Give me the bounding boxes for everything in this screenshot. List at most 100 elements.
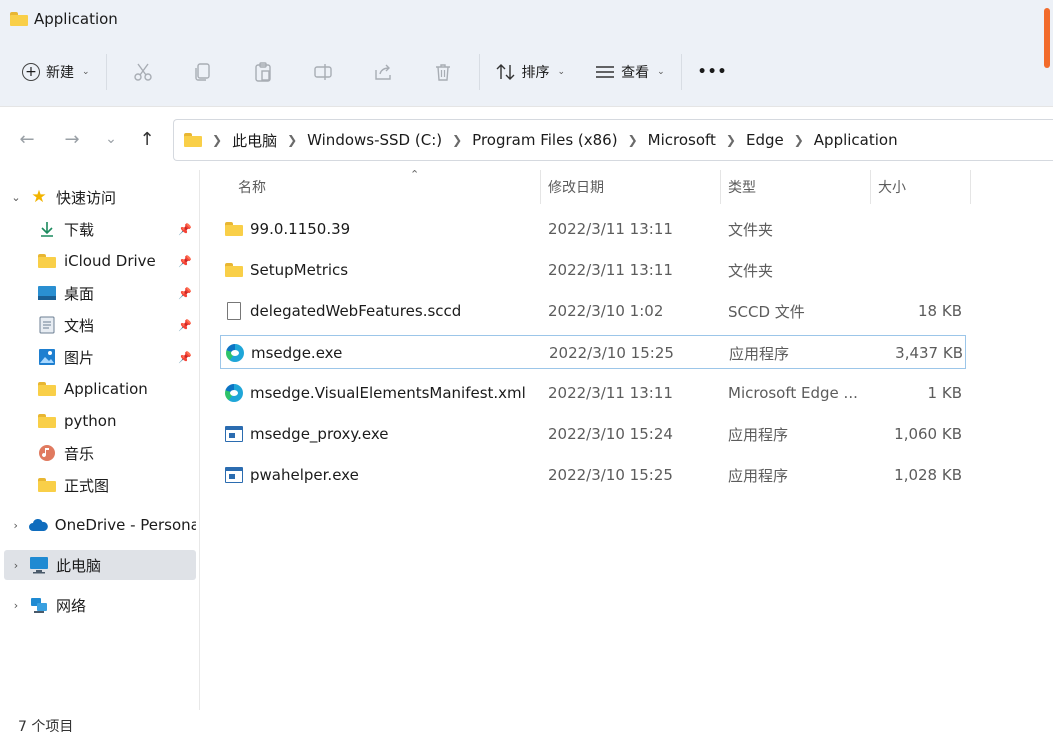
rename-button[interactable] bbox=[293, 54, 353, 90]
sidebar-item-label: 此电脑 bbox=[56, 556, 102, 575]
documents-icon bbox=[36, 316, 58, 334]
column-divider[interactable] bbox=[970, 170, 971, 204]
file-name: msedge.VisualElementsManifest.xml bbox=[250, 384, 526, 402]
chevron-right-icon: ❯ bbox=[793, 133, 804, 147]
file-date: 2022/3/10 15:25 bbox=[549, 344, 674, 362]
window-title: Application bbox=[10, 8, 118, 30]
file-row[interactable]: msedge.VisualElementsManifest.xml 2022/3… bbox=[220, 376, 966, 410]
network-icon bbox=[28, 596, 50, 614]
paste-button[interactable] bbox=[233, 54, 293, 90]
breadcrumb-item[interactable]: Application bbox=[814, 131, 898, 149]
sidebar-item-icloud-drive[interactable]: iCloud Drive 📌 bbox=[4, 246, 196, 276]
sort-ascending-icon: ⌃ bbox=[410, 168, 420, 181]
music-icon bbox=[36, 444, 58, 462]
sidebar-item-this-pc[interactable]: › 此电脑 bbox=[4, 550, 196, 580]
file-name: pwahelper.exe bbox=[250, 466, 359, 484]
delete-button[interactable] bbox=[413, 54, 473, 90]
chevron-down-icon[interactable]: ⌄ bbox=[4, 191, 28, 204]
file-date: 2022/3/11 13:11 bbox=[548, 220, 673, 238]
copy-icon bbox=[194, 63, 210, 81]
pictures-icon bbox=[36, 348, 58, 366]
window-scroll-indicator[interactable] bbox=[1044, 8, 1050, 68]
breadcrumb-item[interactable]: Edge bbox=[746, 131, 784, 149]
file-name: delegatedWebFeatures.sccd bbox=[250, 302, 462, 320]
chevron-right-icon: ❯ bbox=[725, 133, 736, 147]
column-header-type[interactable]: 类型 bbox=[720, 170, 870, 204]
item-count: 7 个项目 bbox=[18, 719, 74, 735]
column-header-size[interactable]: 大小 bbox=[870, 170, 970, 204]
status-bar: 7 个项目 bbox=[0, 710, 1053, 742]
address-bar[interactable]: ❯ 此电脑 ❯ Windows-SSD (C:) ❯ Program Files… bbox=[173, 119, 1053, 161]
sidebar-item-network[interactable]: › 网络 bbox=[4, 590, 196, 620]
file-date: 2022/3/11 13:11 bbox=[548, 384, 673, 402]
copy-button[interactable] bbox=[173, 54, 233, 90]
star-icon: ★ bbox=[31, 187, 47, 207]
file-type: 应用程序 bbox=[728, 466, 789, 485]
view-button[interactable]: 查看 ⌄ bbox=[585, 54, 675, 90]
file-row[interactable]: msedge_proxy.exe 2022/3/10 15:24 应用程序 1,… bbox=[220, 417, 966, 451]
sidebar-item-downloads[interactable]: 下载 📌 bbox=[4, 214, 196, 244]
sidebar-item-label: 正式图 bbox=[64, 476, 110, 495]
folder-icon bbox=[38, 478, 56, 492]
file-date: 2022/3/10 15:25 bbox=[548, 466, 673, 484]
forward-arrow-icon: → bbox=[64, 128, 80, 150]
title-and-toolbar-area: Application + 新建 ⌄ 排序 ⌄ 查看 ⌄ ••• bbox=[0, 0, 1053, 106]
recent-locations-button[interactable]: ⌄ bbox=[96, 125, 126, 153]
chevron-right-icon: ❯ bbox=[212, 133, 223, 147]
file-name: msedge_proxy.exe bbox=[250, 425, 389, 443]
sidebar-item-pictures[interactable]: 图片 📌 bbox=[4, 342, 196, 372]
folder-icon bbox=[10, 12, 28, 26]
view-icon bbox=[596, 66, 615, 78]
breadcrumb-item[interactable]: Windows-SSD (C:) bbox=[307, 131, 442, 149]
forward-button[interactable]: → bbox=[57, 125, 87, 153]
cloud-icon bbox=[27, 516, 48, 534]
more-options-button[interactable]: ••• bbox=[688, 54, 738, 90]
column-header-label: 修改日期 bbox=[548, 180, 604, 196]
sidebar-item-label: iCloud Drive bbox=[64, 252, 156, 270]
file-type: 应用程序 bbox=[728, 425, 789, 444]
column-header-name[interactable]: 名称 ⌃ bbox=[230, 168, 540, 204]
chevron-right-icon[interactable]: › bbox=[4, 519, 27, 532]
pin-icon: 📌 bbox=[178, 286, 192, 300]
chevron-right-icon[interactable]: › bbox=[4, 559, 28, 572]
sidebar-item-onedrive[interactable]: › OneDrive - Persona bbox=[4, 510, 196, 540]
cut-icon bbox=[133, 63, 152, 81]
file-type: 文件夹 bbox=[728, 220, 774, 239]
file-row[interactable]: pwahelper.exe 2022/3/10 15:25 应用程序 1,028… bbox=[220, 458, 966, 492]
column-header-label: 类型 bbox=[728, 180, 756, 196]
folder-icon bbox=[225, 222, 243, 236]
sidebar-item-application[interactable]: Application bbox=[4, 374, 196, 404]
file-row[interactable]: delegatedWebFeatures.sccd 2022/3/10 1:02… bbox=[220, 294, 966, 328]
up-button[interactable]: ↑ bbox=[132, 125, 162, 153]
sidebar-item-zhengshitu[interactable]: 正式图 bbox=[4, 470, 196, 500]
column-header-date[interactable]: 修改日期 bbox=[540, 170, 720, 204]
cut-button[interactable] bbox=[113, 54, 173, 90]
breadcrumb-item[interactable]: Microsoft bbox=[648, 131, 716, 149]
file-row[interactable]: 99.0.1150.39 2022/3/11 13:11 文件夹 bbox=[220, 212, 966, 246]
sidebar-item-music[interactable]: 音乐 bbox=[4, 438, 196, 468]
chevron-right-icon[interactable]: › bbox=[4, 599, 28, 612]
sidebar-item-documents[interactable]: 文档 📌 bbox=[4, 310, 196, 340]
breadcrumb-item[interactable]: 此电脑 bbox=[232, 130, 277, 151]
file-size bbox=[872, 253, 962, 287]
paste-icon bbox=[254, 62, 271, 82]
more-icon: ••• bbox=[697, 64, 728, 80]
file-size: 1,060 KB bbox=[894, 425, 962, 443]
new-button[interactable]: + 新建 ⌄ bbox=[12, 54, 100, 90]
toolbar-divider bbox=[105, 54, 107, 90]
file-row-selected[interactable]: msedge.exe 2022/3/10 15:25 应用程序 3,437 KB bbox=[220, 335, 966, 369]
file-date: 2022/3/10 15:24 bbox=[548, 425, 673, 443]
sort-button[interactable]: 排序 ⌄ bbox=[486, 54, 576, 90]
sidebar-item-quick-access[interactable]: ⌄ ★ 快速访问 bbox=[4, 182, 196, 212]
breadcrumb-item[interactable]: Program Files (x86) bbox=[472, 131, 617, 149]
column-header-label: 大小 bbox=[878, 180, 906, 196]
window-title-text: Application bbox=[34, 10, 118, 28]
exe-icon bbox=[225, 467, 243, 483]
sidebar-item-desktop[interactable]: 桌面 📌 bbox=[4, 278, 196, 308]
chevron-right-icon: ❯ bbox=[452, 133, 463, 147]
file-row[interactable]: SetupMetrics 2022/3/11 13:11 文件夹 bbox=[220, 253, 966, 287]
share-button[interactable] bbox=[353, 54, 413, 90]
back-button[interactable]: ← bbox=[12, 125, 42, 153]
toolbar-divider bbox=[478, 54, 480, 90]
sidebar-item-python[interactable]: python bbox=[4, 406, 196, 436]
